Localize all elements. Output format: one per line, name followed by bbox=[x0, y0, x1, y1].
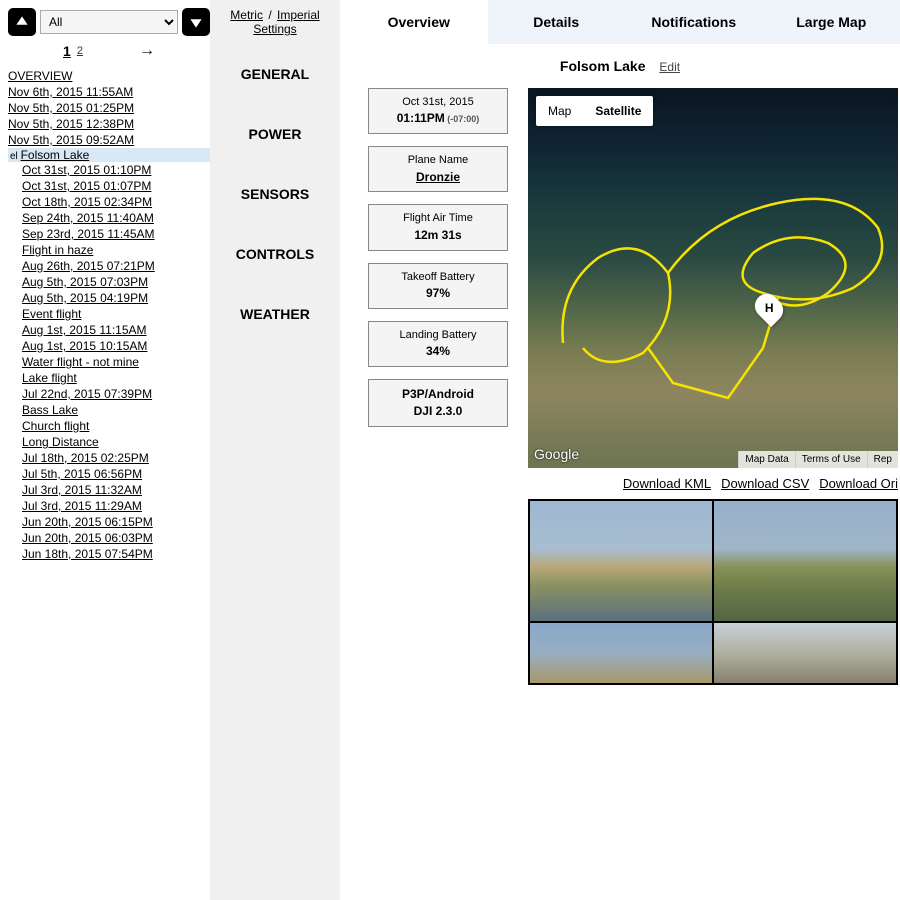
flight-link[interactable]: Aug 26th, 2015 07:21PM bbox=[8, 258, 210, 274]
nav-section-controls[interactable]: CONTROLS bbox=[214, 232, 336, 292]
flight-link[interactable]: Long Distance bbox=[8, 434, 210, 450]
map-footer-link[interactable]: Rep bbox=[867, 451, 898, 468]
edit-link[interactable]: Edit bbox=[659, 60, 680, 74]
info-card: Takeoff Battery97% bbox=[368, 263, 508, 309]
flight-link[interactable]: Sep 24th, 2015 11:40AM bbox=[8, 210, 210, 226]
photo-thumbnail[interactable] bbox=[714, 501, 896, 621]
photo-thumbnail[interactable] bbox=[530, 623, 712, 683]
flight-link[interactable]: Jun 20th, 2015 06:03PM bbox=[8, 530, 210, 546]
info-card: Landing Battery34% bbox=[368, 321, 508, 367]
page-current: 1 bbox=[63, 43, 71, 59]
tab-details[interactable]: Details bbox=[488, 0, 626, 44]
flight-link[interactable]: Aug 5th, 2015 04:19PM bbox=[8, 290, 210, 306]
flight-path-icon bbox=[528, 88, 898, 468]
map-footer-link[interactable]: Map Data bbox=[738, 451, 794, 468]
download-link[interactable]: Download CSV bbox=[721, 476, 809, 491]
filter-select[interactable]: All bbox=[40, 10, 178, 34]
flight-link[interactable]: Oct 31st, 2015 01:10PM bbox=[8, 162, 210, 178]
flight-link[interactable]: Nov 5th, 2015 09:52AM bbox=[8, 132, 210, 148]
tab-overview[interactable]: Overview bbox=[350, 0, 488, 44]
imperial-link[interactable]: Imperial bbox=[277, 8, 320, 22]
flight-list: OVERVIEWNov 6th, 2015 11:55AMNov 5th, 20… bbox=[8, 68, 210, 562]
metric-link[interactable]: Metric bbox=[230, 8, 263, 22]
flight-link[interactable]: Sep 23rd, 2015 11:45AM bbox=[8, 226, 210, 242]
flight-link[interactable]: Jun 18th, 2015 07:54PM bbox=[8, 546, 210, 562]
photo-thumbnail[interactable] bbox=[714, 623, 896, 683]
flight-link-selected[interactable]: el Folsom Lake bbox=[8, 148, 210, 162]
flight-link[interactable]: Nov 5th, 2015 12:38PM bbox=[8, 116, 210, 132]
flight-link[interactable]: Aug 5th, 2015 07:03PM bbox=[8, 274, 210, 290]
info-card: Flight Air Time12m 31s bbox=[368, 204, 508, 250]
settings-link[interactable]: Settings bbox=[253, 22, 296, 36]
flight-link[interactable]: Church flight bbox=[8, 418, 210, 434]
flight-link[interactable]: Jul 22nd, 2015 07:39PM bbox=[8, 386, 210, 402]
flight-link[interactable]: Bass Lake bbox=[8, 402, 210, 418]
prev-arrow-button[interactable] bbox=[8, 8, 36, 36]
info-card: Oct 31st, 201501:11PM (-07:00) bbox=[368, 88, 508, 134]
flight-link[interactable]: Jul 5th, 2015 06:56PM bbox=[8, 466, 210, 482]
page-next-icon[interactable]: → bbox=[139, 42, 155, 60]
download-link[interactable]: Download KML bbox=[623, 476, 711, 491]
paging: 1 2 → bbox=[8, 42, 210, 60]
satellite-mode-button[interactable]: Satellite bbox=[583, 96, 653, 126]
flight-link[interactable]: Jul 3rd, 2015 11:29AM bbox=[8, 498, 210, 514]
flight-link[interactable]: Aug 1st, 2015 10:15AM bbox=[8, 338, 210, 354]
flight-link[interactable]: Nov 6th, 2015 11:55AM bbox=[8, 84, 210, 100]
flight-link[interactable]: Lake flight bbox=[8, 370, 210, 386]
flight-link[interactable]: Event flight bbox=[8, 306, 210, 322]
tabs-row: OverviewDetailsNotificationsLarge Map bbox=[350, 0, 900, 44]
info-card: Plane NameDronzie bbox=[368, 146, 508, 192]
flight-link[interactable]: Aug 1st, 2015 11:15AM bbox=[8, 322, 210, 338]
google-logo: Google bbox=[534, 446, 579, 462]
page-2-link[interactable]: 2 bbox=[77, 45, 83, 57]
overview-link[interactable]: OVERVIEW bbox=[8, 68, 210, 84]
flight-link[interactable]: Jul 18th, 2015 02:25PM bbox=[8, 450, 210, 466]
photo-thumbnail[interactable] bbox=[530, 501, 712, 621]
map-type-switch: Map Satellite bbox=[536, 96, 653, 126]
flight-link[interactable]: Flight in haze bbox=[8, 242, 210, 258]
map[interactable]: Map Satellite H Google Map DataTerms of … bbox=[528, 88, 898, 468]
tab-notifications[interactable]: Notifications bbox=[625, 0, 763, 44]
page-title: Folsom Lake bbox=[560, 58, 646, 74]
flight-link[interactable]: Water flight - not mine bbox=[8, 354, 210, 370]
nav-section-power[interactable]: POWER bbox=[214, 112, 336, 172]
flight-link[interactable]: Nov 5th, 2015 01:25PM bbox=[8, 100, 210, 116]
flight-link[interactable]: Jun 20th, 2015 06:15PM bbox=[8, 514, 210, 530]
next-arrow-button[interactable] bbox=[182, 8, 210, 36]
download-link[interactable]: Download Ori bbox=[819, 476, 898, 491]
photo-thumbnails bbox=[528, 499, 898, 685]
map-footer-link[interactable]: Terms of Use bbox=[795, 451, 867, 468]
nav-section-sensors[interactable]: SENSORS bbox=[214, 172, 336, 232]
nav-section-weather[interactable]: WEATHER bbox=[214, 292, 336, 352]
flight-link[interactable]: Oct 31st, 2015 01:07PM bbox=[8, 178, 210, 194]
map-mode-button[interactable]: Map bbox=[536, 96, 583, 126]
flight-link[interactable]: Jul 3rd, 2015 11:32AM bbox=[8, 482, 210, 498]
flight-link[interactable]: Oct 18th, 2015 02:34PM bbox=[8, 194, 210, 210]
nav-section-general[interactable]: GENERAL bbox=[214, 52, 336, 112]
tab-large-map[interactable]: Large Map bbox=[763, 0, 900, 44]
info-card: P3P/AndroidDJI 2.3.0 bbox=[368, 379, 508, 427]
